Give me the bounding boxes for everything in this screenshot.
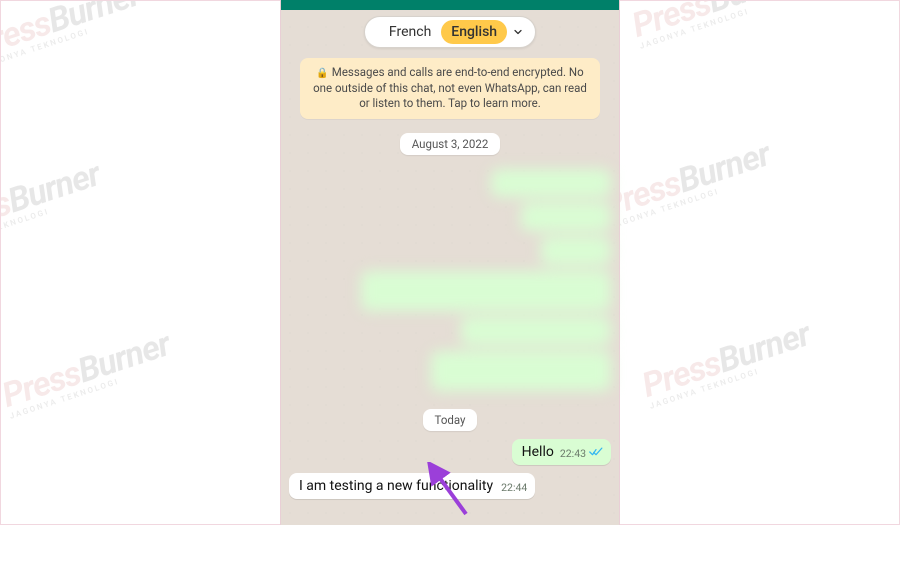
outgoing-message-bubble[interactable]: Hello 22:43 [512,439,611,465]
message-time: 22:44 [501,481,527,494]
lock-icon: 🔒 [316,68,328,79]
message-text: Hello [522,444,554,460]
whatsapp-chat-view: French English 🔒Messages and calls are e… [280,0,620,525]
message-time: 22:43 [560,447,586,460]
date-separator: Today [423,409,478,431]
incoming-message-bubble[interactable]: I am testing a new functionality 22:44 [289,473,535,499]
language-option-english[interactable]: English [441,20,507,44]
message-text: I am testing a new functionality [299,478,493,494]
message-meta: 22:44 [501,481,527,494]
encryption-notice[interactable]: 🔒Messages and calls are end-to-end encry… [300,58,600,119]
date-separator: August 3, 2022 [400,133,501,155]
message-meta: 22:43 [560,447,603,460]
chevron-down-icon[interactable] [507,26,529,38]
chat-scroll-area[interactable]: French English 🔒Messages and calls are e… [281,0,619,525]
language-option-french[interactable]: French [379,20,441,44]
redacted-messages-block [351,169,611,391]
encryption-notice-text: Messages and calls are end-to-end encryp… [313,65,587,110]
language-switch: French English [364,16,536,48]
double-check-read-icon [589,447,603,460]
